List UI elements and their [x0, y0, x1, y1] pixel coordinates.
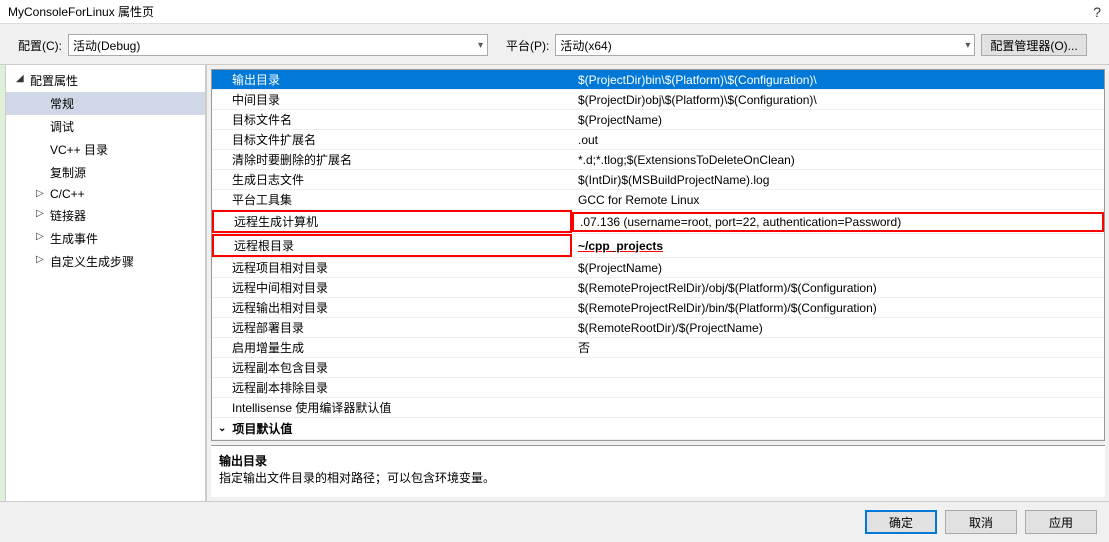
property-value[interactable]: $(IntDir)$(MSBuildProjectName).log	[572, 172, 1104, 188]
nav-tree[interactable]: ◢配置属性常规调试VC++ 目录复制源▷C/C++▷链接器▷生成事件▷自定义生成…	[6, 65, 206, 501]
chevron-down-icon: ▾	[965, 40, 970, 51]
property-name: 启用增量生成	[212, 338, 572, 357]
chevron-down-icon: ⌄	[218, 423, 226, 434]
ok-button[interactable]: 确定	[865, 510, 937, 534]
property-row[interactable]: 远程项目相对目录$(ProjectName)	[212, 258, 1104, 278]
triangle-down-icon: ◢	[16, 73, 24, 84]
property-row[interactable]: 生成日志文件$(IntDir)$(MSBuildProjectName).log	[212, 170, 1104, 190]
titlebar: MyConsoleForLinux 属性页 ?	[0, 0, 1109, 24]
property-name: 清除时要删除的扩展名	[212, 150, 572, 169]
property-value[interactable]: 应用程序(.out)	[572, 440, 1104, 441]
property-name: 生成日志文件	[212, 170, 572, 189]
property-row[interactable]: 输出目录$(ProjectDir)bin\$(Platform)\$(Confi…	[212, 70, 1104, 90]
property-name: Intellisense 使用编译器默认值	[212, 398, 572, 417]
property-row[interactable]: 清除时要删除的扩展名*.d;*.tlog;$(ExtensionsToDelet…	[212, 150, 1104, 170]
property-row[interactable]: 启用增量生成否	[212, 338, 1104, 358]
property-value[interactable]: GCC for Remote Linux	[572, 192, 1104, 208]
property-name: 远程输出相对目录	[212, 298, 572, 317]
dialog-body: ◢配置属性常规调试VC++ 目录复制源▷C/C++▷链接器▷生成事件▷自定义生成…	[6, 65, 1109, 501]
property-name: 远程中间相对目录	[212, 278, 572, 297]
property-name: 远程根目录	[212, 234, 572, 257]
property-row[interactable]: 远程部署目录$(RemoteRootDir)/$(ProjectName)	[212, 318, 1104, 338]
property-row[interactable]: 平台工具集GCC for Remote Linux	[212, 190, 1104, 210]
triangle-right-icon: ▷	[36, 188, 44, 199]
config-dropdown[interactable]: 活动(Debug) ▾	[68, 34, 488, 56]
platform-dropdown[interactable]: 活动(x64) ▾	[555, 34, 975, 56]
property-value[interactable]	[572, 407, 1104, 409]
property-row[interactable]: 远程副本包含目录	[212, 358, 1104, 378]
config-manager-button[interactable]: 配置管理器(O)...	[981, 34, 1086, 56]
property-name: 目标文件名	[212, 110, 572, 129]
property-value[interactable]: $(ProjectName)	[572, 112, 1104, 128]
property-value[interactable]: $(RemoteProjectRelDir)/obj/$(Platform)/$…	[572, 280, 1104, 296]
property-row[interactable]: 远程中间相对目录$(RemoteProjectRelDir)/obj/$(Pla…	[212, 278, 1104, 298]
property-value[interactable]: ~/cpp_projects	[572, 238, 1104, 254]
tree-item[interactable]: ▷C/C++	[6, 184, 205, 204]
help-text: 指定输出文件目录的相对路径；可以包含环境变量。	[219, 469, 1097, 486]
triangle-right-icon: ▷	[36, 254, 44, 265]
property-name: 远程部署目录	[212, 318, 572, 337]
tree-item[interactable]: ▷链接器	[6, 204, 205, 227]
property-name: 远程副本排除目录	[212, 378, 572, 397]
platform-label: 平台(P):	[506, 37, 549, 54]
property-row[interactable]: 远程生成计算机 .07.136 (username=root, port=22,…	[212, 210, 1104, 234]
config-value: 活动(Debug)	[73, 37, 140, 54]
property-grid[interactable]: 输出目录$(ProjectDir)bin\$(Platform)\$(Confi…	[211, 69, 1105, 441]
property-page-dialog: MyConsoleForLinux 属性页 ? 配置(C): 活动(Debug)…	[0, 0, 1109, 542]
property-name: 远程项目相对目录	[212, 258, 572, 277]
property-value[interactable]: 否	[572, 338, 1104, 357]
property-row[interactable]: 配置类型应用程序(.out)	[212, 440, 1104, 441]
main-pane: 输出目录$(ProjectDir)bin\$(Platform)\$(Confi…	[206, 65, 1109, 501]
triangle-right-icon: ▷	[36, 231, 44, 242]
property-name: 输出目录	[212, 70, 572, 89]
help-icon[interactable]: ?	[1093, 4, 1101, 20]
property-name: 远程生成计算机	[212, 210, 572, 233]
tree-item[interactable]: VC++ 目录	[6, 138, 205, 161]
cancel-button[interactable]: 取消	[945, 510, 1017, 534]
property-value[interactable]: .07.136 (username=root, port=22, authent…	[572, 212, 1104, 232]
triangle-right-icon: ▷	[36, 208, 44, 219]
property-value[interactable]	[572, 367, 1104, 369]
property-row[interactable]: 中间目录$(ProjectDir)obj\$(Platform)\$(Confi…	[212, 90, 1104, 110]
property-name: 远程副本包含目录	[212, 358, 572, 377]
tree-item[interactable]: ▷自定义生成步骤	[6, 250, 205, 273]
tree-root[interactable]: ◢配置属性	[6, 69, 205, 92]
help-box: 输出目录 指定输出文件目录的相对路径；可以包含环境变量。	[211, 445, 1105, 497]
property-value[interactable]: .out	[572, 132, 1104, 148]
property-value[interactable]: $(RemoteProjectRelDir)/bin/$(Platform)/$…	[572, 300, 1104, 316]
property-name: 配置类型	[212, 440, 572, 441]
property-value[interactable]: $(ProjectDir)obj\$(Platform)\$(Configura…	[572, 92, 1104, 108]
section-header[interactable]: ⌄项目默认值	[212, 418, 1104, 440]
button-row: 确定 取消 应用	[0, 501, 1109, 542]
property-row[interactable]: 远程根目录~/cpp_projects	[212, 234, 1104, 258]
tree-item[interactable]: 复制源	[6, 161, 205, 184]
apply-button[interactable]: 应用	[1025, 510, 1097, 534]
tree-item[interactable]: 常规	[6, 92, 205, 115]
property-value[interactable]: $(RemoteRootDir)/$(ProjectName)	[572, 320, 1104, 336]
property-value[interactable]	[572, 387, 1104, 389]
property-name: 中间目录	[212, 90, 572, 109]
property-row[interactable]: 目标文件扩展名.out	[212, 130, 1104, 150]
help-title: 输出目录	[219, 452, 1097, 469]
chevron-down-icon: ▾	[478, 40, 483, 51]
config-label: 配置(C):	[18, 37, 62, 54]
property-row[interactable]: 远程输出相对目录$(RemoteProjectRelDir)/bin/$(Pla…	[212, 298, 1104, 318]
property-value[interactable]: $(ProjectDir)bin\$(Platform)\$(Configura…	[572, 72, 1104, 88]
property-name: 平台工具集	[212, 190, 572, 209]
property-value[interactable]: $(ProjectName)	[572, 260, 1104, 276]
property-row[interactable]: 远程副本排除目录	[212, 378, 1104, 398]
dialog-title: MyConsoleForLinux 属性页	[8, 3, 154, 20]
platform-value: 活动(x64)	[560, 37, 611, 54]
tree-item[interactable]: 调试	[6, 115, 205, 138]
config-row: 配置(C): 活动(Debug) ▾ 平台(P): 活动(x64) ▾ 配置管理…	[0, 24, 1109, 65]
property-row[interactable]: 目标文件名$(ProjectName)	[212, 110, 1104, 130]
property-row[interactable]: Intellisense 使用编译器默认值	[212, 398, 1104, 418]
property-value[interactable]: *.d;*.tlog;$(ExtensionsToDeleteOnClean)	[572, 152, 1104, 168]
property-name: 目标文件扩展名	[212, 130, 572, 149]
tree-item[interactable]: ▷生成事件	[6, 227, 205, 250]
